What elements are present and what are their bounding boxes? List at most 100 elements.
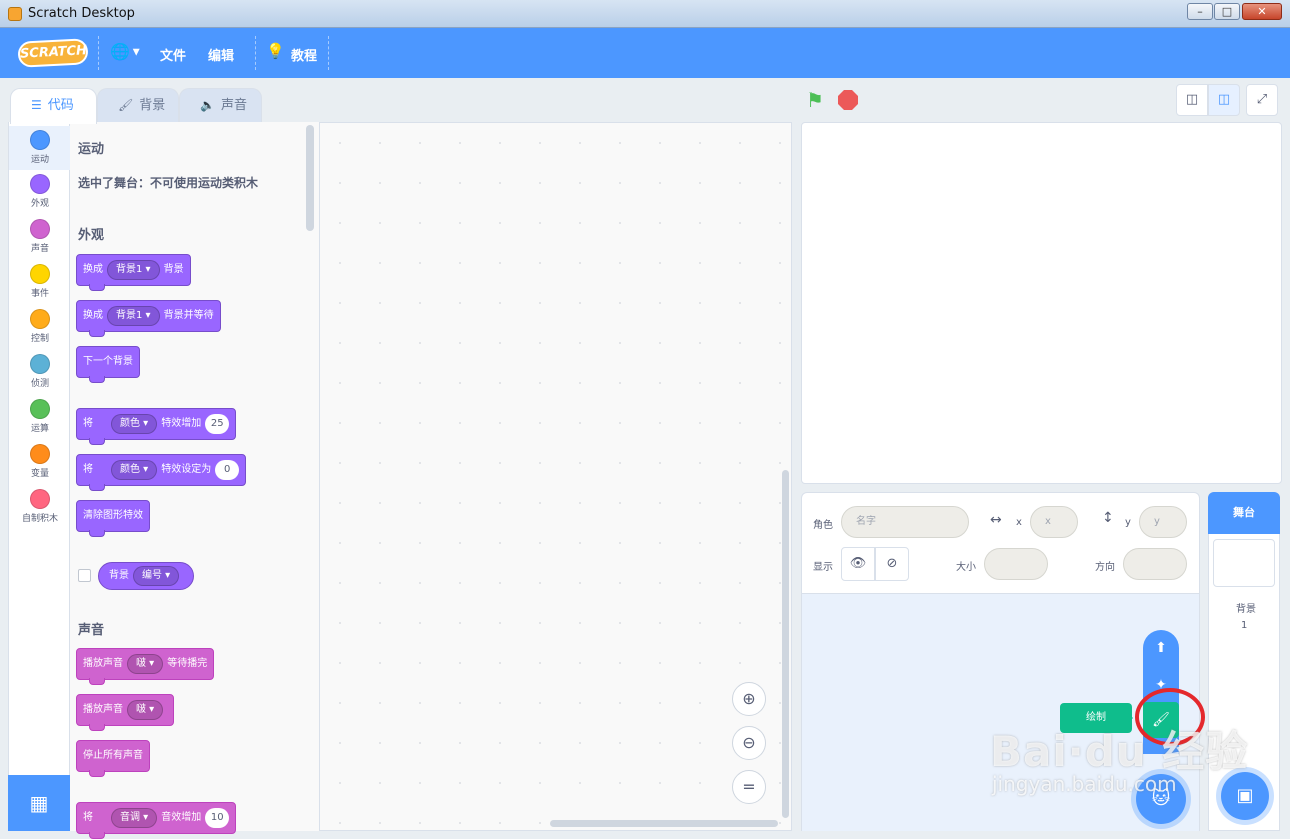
hide-sprite-button[interactable]: ⊘	[875, 547, 909, 581]
language-menu[interactable]: 🌐 ▼	[110, 42, 142, 64]
category-control[interactable]: 控制	[9, 309, 71, 344]
category-operators[interactable]: 运算	[9, 399, 71, 434]
x-input[interactable]: x	[1030, 506, 1078, 538]
events-dot	[30, 264, 50, 284]
green-flag-icon[interactable]: ⚑	[806, 89, 828, 111]
y-input[interactable]: y	[1139, 506, 1187, 538]
sound-dropdown[interactable]: 啵 ▾	[127, 654, 164, 674]
category-myblocks[interactable]: 自制积木	[9, 489, 71, 524]
stage-canvas[interactable]	[801, 122, 1282, 484]
block-text: 等待播完	[167, 658, 208, 669]
minimize-button[interactable]: –	[1187, 3, 1213, 20]
block-text: 背景	[109, 570, 129, 581]
tab-backdrops-label: 背景	[139, 98, 166, 113]
effect-dropdown[interactable]: 颜色 ▾	[111, 460, 158, 480]
block-stop-all-sounds[interactable]: 停止所有声音	[76, 740, 150, 777]
block-text: 背景	[163, 264, 184, 275]
variables-dot	[30, 444, 50, 464]
sound-dot	[30, 219, 50, 239]
zoom-out-button[interactable]: ⊖	[732, 726, 766, 760]
stage-thumbnail[interactable]	[1213, 539, 1275, 587]
backdrop-dropdown[interactable]: 背景1 ▾	[107, 260, 160, 280]
block-palette: 运动 选中了舞台：不可使用运动类积木 外观 换成 背景1 ▾ 背景 换成 背景1 ▾ 背…	[70, 122, 320, 839]
tab-code[interactable]: ☰ 代码	[10, 88, 97, 124]
code-workspace[interactable]	[320, 122, 792, 831]
menu-bar: SCRATCH 🌐 ▼ 文件 编辑 💡 教程	[0, 28, 1290, 78]
sound-effect-dropdown[interactable]: 音调 ▾	[111, 808, 158, 828]
stage-target-title[interactable]: 舞台	[1208, 492, 1280, 534]
tab-sounds[interactable]: 🔈 声音	[179, 88, 262, 123]
block-play-sound-until-done[interactable]: 播放声音啵 ▾ 等待播完	[76, 648, 215, 685]
size-input[interactable]	[984, 548, 1048, 580]
category-label: 自制积木	[21, 514, 58, 524]
category-sound[interactable]: 声音	[9, 219, 71, 254]
block-text: 播放声音	[83, 658, 123, 669]
palette-header-motion: 运动	[78, 142, 105, 157]
number-input[interactable]: 25	[205, 414, 230, 434]
dropdown-value: 音调	[120, 812, 140, 823]
control-dot	[30, 309, 50, 329]
palette-header-sound: 声音	[78, 623, 105, 638]
choose-backdrop-button[interactable]: ▣	[1221, 772, 1269, 820]
block-change-effect[interactable]: 将 颜色 ▾ 特效增加 25	[76, 408, 237, 445]
tutorials-menu[interactable]: 教程	[291, 45, 317, 64]
equals-icon: =	[742, 777, 756, 796]
small-stage-button[interactable]: ◫	[1176, 84, 1208, 116]
zoom-reset-button[interactable]: =	[732, 770, 766, 804]
palette-scrollbar[interactable]	[306, 125, 314, 231]
block-change-sound-effect[interactable]: 将 音调 ▾ 音效增加 10	[76, 802, 237, 839]
tab-backdrops[interactable]: 🖌 背景	[97, 88, 179, 123]
fullscreen-button[interactable]: ⤢	[1246, 84, 1278, 116]
category-menu: 运动 外观 声音 事件 控制 侦测 运算 变量 自制积木	[8, 122, 71, 831]
direction-input[interactable]	[1123, 548, 1187, 580]
tab-sounds-label: 声音	[220, 98, 247, 113]
fullscreen-icon: ⤢	[1256, 92, 1268, 107]
block-set-effect[interactable]: 将 颜色 ▾ 特效设定为 0	[76, 454, 247, 491]
block-start-sound[interactable]: 播放声音啵 ▾	[76, 694, 175, 731]
reporter-backdrop-number[interactable]: 背景 编号 ▾	[98, 562, 195, 590]
add-extension-button[interactable]: ▦	[8, 775, 70, 831]
backdrop-dropdown[interactable]: 背景1 ▾	[107, 306, 160, 326]
block-clear-effects[interactable]: 清除图形特效	[76, 500, 150, 537]
number-input[interactable]: 0	[215, 460, 240, 480]
category-variables[interactable]: 变量	[9, 444, 71, 479]
globe-icon: 🌐	[110, 42, 130, 61]
sound-dropdown[interactable]: 啵 ▾	[127, 700, 164, 720]
block-text: 停止所有声音	[83, 750, 143, 761]
block-switch-backdrop-wait[interactable]: 换成 背景1 ▾ 背景并等待	[76, 300, 221, 337]
zoom-out-icon: ⊖	[742, 733, 756, 752]
number-input[interactable]: 10	[205, 808, 230, 828]
eye-slash-icon: ⊘	[886, 556, 898, 571]
category-label: 声音	[30, 244, 49, 254]
workspace-vertical-scrollbar[interactable]	[782, 470, 789, 818]
block-next-backdrop[interactable]: 下一个背景	[76, 346, 140, 383]
category-motion[interactable]: 运动	[9, 126, 71, 170]
upload-sprite-button[interactable]: ⬆	[1143, 630, 1179, 666]
category-looks[interactable]: 外观	[9, 174, 71, 209]
file-menu[interactable]: 文件	[160, 45, 186, 64]
block-text: 背景并等待	[163, 310, 214, 321]
workspace-horizontal-scrollbar[interactable]	[550, 820, 778, 827]
watermark-brand: Bai·du 经验	[990, 727, 1249, 776]
category-sensing[interactable]: 侦测	[9, 354, 71, 389]
y-arrow-icon: ↕	[1102, 510, 1114, 526]
category-events[interactable]: 事件	[9, 264, 71, 299]
zoom-in-button[interactable]: ⊕	[732, 682, 766, 716]
show-sprite-button[interactable]: 👁	[841, 547, 875, 581]
monitor-checkbox[interactable]	[78, 569, 91, 582]
large-stage-button[interactable]: ◫	[1208, 84, 1240, 116]
scratch-logo[interactable]: SCRATCH	[17, 38, 89, 68]
block-text: 下一个背景	[83, 356, 133, 367]
block-text: 清除图形特效	[83, 510, 143, 521]
close-window-button[interactable]: ✕	[1242, 3, 1282, 20]
category-label: 外观	[30, 199, 49, 209]
stop-icon[interactable]	[838, 90, 858, 110]
backdrop-number-dropdown[interactable]: 编号 ▾	[133, 566, 180, 586]
sprite-name-input[interactable]: 名字	[841, 506, 969, 538]
effect-dropdown[interactable]: 颜色 ▾	[111, 414, 158, 434]
block-switch-backdrop[interactable]: 换成 背景1 ▾ 背景	[76, 254, 191, 291]
edit-menu[interactable]: 编辑	[208, 45, 234, 64]
maximize-button[interactable]: □	[1214, 3, 1240, 20]
code-icon: ☰	[31, 98, 42, 112]
block-text: 特效增加	[161, 418, 202, 429]
